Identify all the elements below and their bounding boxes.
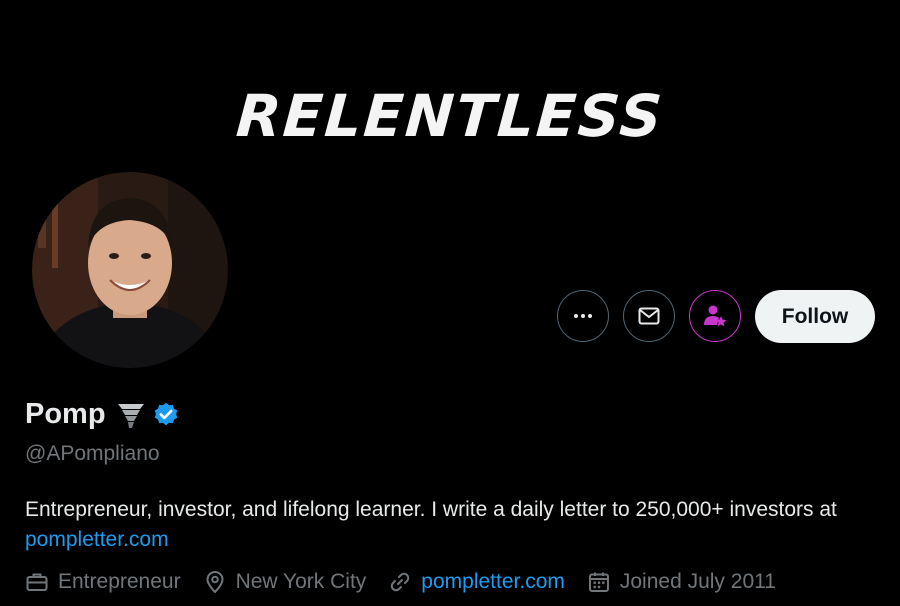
location-text: New York City [235, 570, 367, 593]
display-name: Pomp [25, 398, 106, 430]
meta-website[interactable]: pompletter.com [388, 570, 565, 594]
bio-text: Entrepreneur, investor, and lifelong lea… [25, 498, 837, 521]
bio-link[interactable]: pompletter.com [25, 528, 169, 551]
profile-meta: Entrepreneur New York City pompletter.co… [25, 570, 798, 594]
follow-button[interactable]: Follow [755, 290, 875, 343]
more-button[interactable] [557, 290, 609, 342]
profession-text: Entrepreneur [58, 570, 181, 593]
name-row: Pomp [25, 398, 180, 431]
website-link[interactable]: pompletter.com [421, 570, 565, 594]
avatar[interactable] [28, 168, 232, 372]
user-handle: @APompliano [25, 442, 160, 465]
banner-text: RELENTLESS [234, 82, 666, 150]
message-button[interactable] [623, 290, 675, 342]
verified-icon[interactable] [152, 401, 180, 429]
meta-profession: Entrepreneur [25, 570, 181, 594]
tornado-icon [117, 403, 144, 428]
joined-text: Joined July 2011 [619, 570, 776, 593]
calendar-icon [588, 572, 609, 592]
location-icon [206, 571, 224, 594]
more-icon [574, 314, 592, 318]
meta-location: New York City [203, 570, 367, 594]
subscribe-icon [704, 305, 727, 327]
briefcase-icon [26, 573, 48, 591]
meta-joined: Joined July 2011 [587, 570, 776, 594]
bio: Entrepreneur, investor, and lifelong lea… [25, 495, 885, 555]
subscribe-button[interactable] [689, 290, 741, 342]
link-icon [391, 572, 410, 592]
mail-icon [638, 307, 660, 325]
